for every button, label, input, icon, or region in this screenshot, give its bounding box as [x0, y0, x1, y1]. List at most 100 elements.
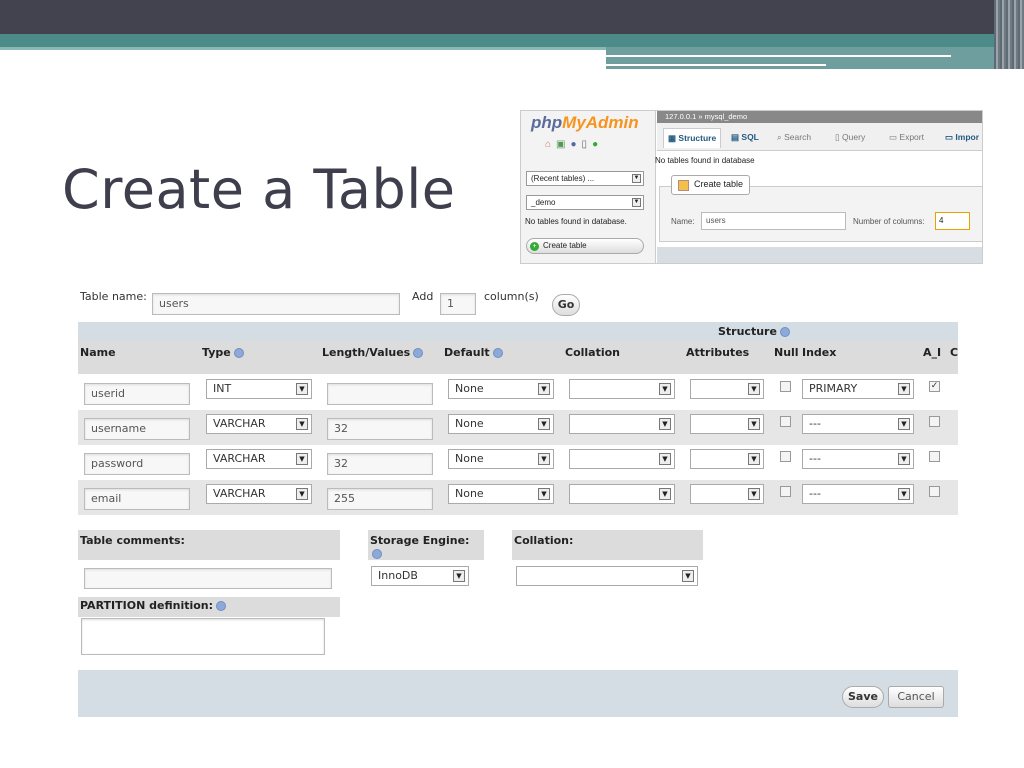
default-select[interactable]: None ▼	[448, 484, 554, 504]
create-table-nav-button[interactable]: + Create table	[526, 238, 644, 254]
index-select[interactable]: PRIMARY ▼	[802, 379, 914, 399]
docs-icon[interactable]: ▯	[582, 139, 593, 150]
chevron-down-icon: ▼	[659, 488, 671, 500]
tab-structure[interactable]: ▦ Structure	[663, 128, 722, 148]
tab-search[interactable]: ⌕ Search	[777, 130, 811, 150]
column-header-length: Length/Values	[322, 346, 424, 359]
chevron-down-icon: ▼	[296, 488, 308, 500]
number-of-columns-input[interactable]: 4	[935, 212, 970, 230]
info-icon[interactable]	[779, 327, 790, 337]
database-select[interactable]: _demo ▼	[526, 195, 644, 210]
index-select[interactable]: --- ▼	[802, 414, 914, 434]
help-icon[interactable]: ●	[571, 139, 582, 150]
column-name-input[interactable]: email	[84, 488, 190, 510]
index-select[interactable]: --- ▼	[802, 484, 914, 504]
recent-tables-select[interactable]: (Recent tables) ... ▼	[526, 171, 644, 186]
table-collation-select[interactable]: ▼	[516, 566, 698, 586]
info-icon[interactable]	[492, 348, 503, 358]
pma-nav-icons: ⌂▣●▯●	[545, 139, 603, 150]
table-name-input[interactable]: users	[152, 293, 400, 315]
null-checkbox[interactable]	[780, 486, 791, 497]
tab-query[interactable]: ▯ Query	[835, 130, 865, 150]
recent-tables-value: (Recent tables) ...	[531, 174, 595, 183]
chevron-down-icon: ▼	[898, 418, 910, 430]
info-icon[interactable]	[372, 549, 382, 559]
attributes-select[interactable]: ▼	[690, 414, 764, 434]
slide-accent-stripe	[606, 55, 951, 57]
storage-engine-select[interactable]: InnoDB ▼	[371, 566, 469, 586]
chevron-down-icon: ▼	[659, 418, 671, 430]
form-footer: Save Cancel	[78, 670, 958, 717]
chevron-down-icon: ▼	[538, 488, 550, 500]
pma-tab-bar: ▦ Structure ▤ SQL ⌕ Search ▯ Query ▭ Exp…	[657, 123, 982, 151]
attributes-select[interactable]: ▼	[690, 449, 764, 469]
attributes-select[interactable]: ▼	[690, 484, 764, 504]
tab-sql[interactable]: ▤ SQL	[731, 130, 759, 150]
info-icon[interactable]	[233, 348, 244, 358]
collation-select[interactable]: ▼	[569, 484, 675, 504]
null-checkbox[interactable]	[780, 381, 791, 392]
add-columns-input[interactable]: 1	[440, 293, 476, 315]
index-select[interactable]: --- ▼	[802, 449, 914, 469]
length-input[interactable]	[327, 383, 433, 405]
length-input[interactable]: 32	[327, 453, 433, 475]
collation-select[interactable]: ▼	[569, 449, 675, 469]
type-select[interactable]: VARCHAR ▼	[206, 484, 312, 504]
ai-checkbox[interactable]: ✓	[929, 381, 940, 392]
table-comments-input[interactable]	[84, 568, 332, 589]
table-name-input[interactable]: users	[701, 212, 846, 230]
chevron-down-icon: ▼	[898, 453, 910, 465]
length-input[interactable]: 255	[327, 488, 433, 510]
partition-definition-textarea[interactable]	[81, 618, 325, 655]
home-icon[interactable]: ⌂	[545, 139, 556, 150]
add-label: Add	[412, 290, 434, 303]
null-checkbox[interactable]	[780, 416, 791, 427]
go-button[interactable]: Go	[552, 294, 580, 316]
collation-select[interactable]: ▼	[569, 414, 675, 434]
table-row: email VARCHAR ▼ 255 None ▼ ▼ ▼ --- ▼	[78, 480, 958, 515]
pma-footer-bar	[657, 247, 982, 263]
collation-select[interactable]: ▼	[569, 379, 675, 399]
chevron-down-icon: ▼	[538, 383, 550, 395]
table-icon	[678, 180, 689, 191]
chevron-down-icon: ▼	[682, 570, 694, 582]
ai-checkbox[interactable]	[929, 486, 940, 497]
structure-label: Structure	[718, 325, 790, 338]
column-header-index: Index	[802, 346, 837, 359]
partition-definition-header: PARTITION definition:	[78, 597, 340, 617]
save-button[interactable]: Save	[842, 686, 884, 708]
pma-logo: phpMyAdmin	[531, 113, 639, 132]
default-select[interactable]: None ▼	[448, 449, 554, 469]
null-checkbox[interactable]	[780, 451, 791, 462]
column-name-input[interactable]: password	[84, 453, 190, 475]
column-header-null: Null	[774, 346, 799, 359]
tab-import[interactable]: ▭ Impor	[945, 130, 979, 150]
tab-export[interactable]: ▭ Export	[889, 130, 924, 150]
attributes-select[interactable]: ▼	[690, 379, 764, 399]
type-select[interactable]: VARCHAR ▼	[206, 449, 312, 469]
info-icon[interactable]	[413, 348, 424, 358]
slide-title: Create a Table	[62, 158, 456, 221]
exit-icon[interactable]: ▣	[556, 139, 570, 150]
columns-label: column(s)	[484, 290, 539, 303]
column-name-input[interactable]: username	[84, 418, 190, 440]
default-select[interactable]: None ▼	[448, 379, 554, 399]
chevron-down-icon: ▼	[748, 418, 760, 430]
column-header-collation: Collation	[565, 346, 621, 359]
create-table-form: Table name: users Add 1 column(s) Go Str…	[78, 282, 958, 722]
ai-checkbox[interactable]	[929, 416, 940, 427]
breadcrumb[interactable]: 127.0.0.1 » mysql_demo	[657, 111, 982, 123]
ai-checkbox[interactable]	[929, 451, 940, 462]
type-select[interactable]: INT ▼	[206, 379, 312, 399]
column-name-input[interactable]: userid	[84, 383, 190, 405]
chevron-down-icon: ▼	[659, 383, 671, 395]
storage-engine-header: Storage Engine:	[368, 530, 484, 560]
default-select[interactable]: None ▼	[448, 414, 554, 434]
length-input[interactable]: 32	[327, 418, 433, 440]
structure-header-band: Structure	[78, 322, 958, 341]
reload-icon[interactable]: ●	[592, 139, 603, 150]
cancel-button[interactable]: Cancel	[888, 686, 944, 708]
create-table-nav-label: Create table	[543, 241, 587, 250]
info-icon[interactable]	[216, 601, 227, 611]
type-select[interactable]: VARCHAR ▼	[206, 414, 312, 434]
